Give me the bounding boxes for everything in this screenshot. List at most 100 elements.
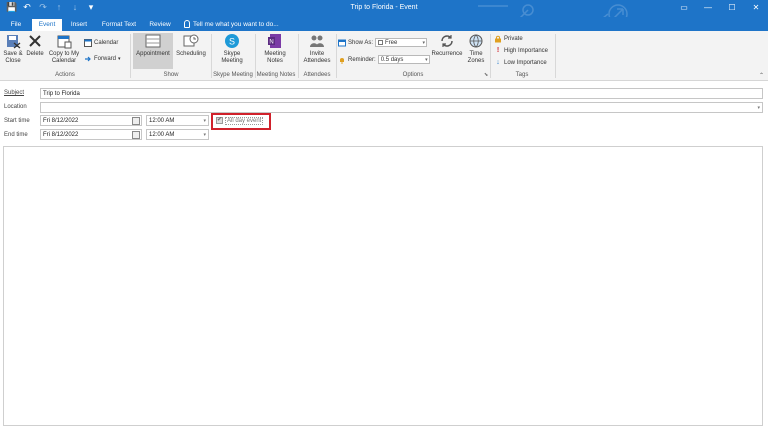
save-close-label: Save & Close bbox=[3, 51, 23, 64]
private-button[interactable]: Private bbox=[494, 35, 523, 43]
calendar-button[interactable]: Calendar bbox=[84, 39, 118, 47]
calendar-picker-icon[interactable] bbox=[132, 117, 140, 125]
forward-dropdown-icon[interactable]: ▾ bbox=[118, 56, 121, 62]
low-importance-icon: ↓ bbox=[496, 59, 500, 66]
recurrence-label: Recurrence bbox=[431, 51, 463, 57]
time-zones-button[interactable]: Time Zones bbox=[465, 33, 487, 65]
separator bbox=[555, 34, 556, 78]
window-title: Trip to Florida - Event bbox=[350, 4, 418, 11]
skype-icon: S bbox=[225, 34, 239, 48]
start-date-value: Fri 8/12/2022 bbox=[43, 118, 79, 124]
skype-group-label: Skype Meeting bbox=[213, 72, 253, 78]
scheduling-icon bbox=[183, 34, 199, 47]
reminder-row: Reminder: 0.5 days ▾ bbox=[338, 55, 430, 64]
show-as-select[interactable]: Free ▾ bbox=[375, 38, 428, 47]
options-dialog-launcher-icon[interactable]: ⬊ bbox=[484, 72, 488, 78]
low-importance-button[interactable]: ↓ Low Importance bbox=[494, 59, 546, 66]
ribbon-display-options-button[interactable]: ▭ bbox=[672, 0, 696, 17]
tab-file[interactable]: File bbox=[6, 19, 26, 31]
reminder-bell-icon bbox=[340, 57, 344, 64]
subject-input[interactable]: Trip to Florida bbox=[40, 88, 763, 99]
end-date-input[interactable]: Fri 8/12/2022 bbox=[40, 129, 142, 140]
tab-review[interactable]: Review bbox=[146, 19, 174, 31]
start-time-value: 12:00 AM bbox=[149, 118, 175, 124]
scheduling-button[interactable]: Scheduling bbox=[174, 33, 208, 58]
high-importance-label: High Importance bbox=[504, 47, 549, 54]
collapse-ribbon-icon[interactable]: ⌃ bbox=[759, 72, 764, 79]
show-as-label: Show As: bbox=[348, 39, 374, 46]
invite-attendees-button[interactable]: Invite Attendees bbox=[300, 33, 334, 65]
highlight-box bbox=[211, 113, 271, 130]
svg-text:N: N bbox=[269, 40, 273, 46]
start-time-select[interactable]: 12:00 AM ▾ bbox=[146, 115, 209, 126]
end-time-value: 12:00 AM bbox=[149, 132, 175, 138]
high-importance-icon: ! bbox=[496, 47, 500, 54]
tell-me-text: Tell me what you want to do... bbox=[193, 21, 279, 28]
title-bar: 💾 ↶ ↷ ↑ ↓ ▾ Trip to Florida - Event ▭ — … bbox=[0, 0, 768, 17]
tab-insert[interactable]: Insert bbox=[66, 19, 92, 31]
appointment-button[interactable]: Appointment bbox=[133, 33, 173, 69]
minimize-button[interactable]: — bbox=[696, 0, 720, 17]
window-controls: ▭ — ☐ ✕ bbox=[672, 0, 768, 17]
show-group-label: Show bbox=[163, 72, 179, 78]
start-date-input[interactable]: Fri 8/12/2022 bbox=[40, 115, 142, 126]
skype-meeting-button[interactable]: S Skype Meeting bbox=[213, 33, 251, 65]
show-as-icon bbox=[338, 39, 346, 46]
ribbon: Save & Close Delete Copy to My Calendar … bbox=[0, 31, 768, 81]
lock-icon bbox=[495, 35, 501, 43]
timezone-icon bbox=[469, 34, 483, 48]
save-close-icon bbox=[7, 35, 21, 49]
reminder-value: 0.5 days bbox=[380, 57, 404, 63]
reminder-dropdown-icon: ▾ bbox=[425, 57, 428, 63]
delete-button[interactable]: Delete bbox=[25, 33, 45, 58]
appointment-icon bbox=[145, 34, 161, 48]
location-dropdown-icon[interactable]: ▾ bbox=[757, 103, 760, 113]
appointment-label: Appointment bbox=[136, 51, 170, 57]
recurrence-button[interactable]: Recurrence bbox=[430, 33, 464, 58]
invite-attendees-label: Invite Attendees bbox=[303, 51, 331, 64]
forward-icon bbox=[85, 56, 91, 62]
event-body-editor[interactable] bbox=[3, 146, 763, 426]
ribbon-tabs: File Event Insert Format Text Review Tel… bbox=[0, 17, 768, 31]
svg-text:S: S bbox=[229, 37, 235, 47]
tags-group-label: Tags bbox=[515, 72, 529, 78]
calendar-icon bbox=[84, 39, 92, 47]
end-date-value: Fri 8/12/2022 bbox=[43, 132, 79, 138]
skype-meeting-label: Skype Meeting bbox=[221, 51, 243, 64]
options-group-label: Options bbox=[402, 72, 424, 78]
delete-icon bbox=[29, 35, 41, 47]
free-swatch bbox=[378, 39, 384, 45]
attendees-group-label: Attendees bbox=[303, 72, 331, 78]
save-close-button[interactable]: Save & Close bbox=[2, 33, 24, 65]
meeting-notes-button[interactable]: N Meeting Notes bbox=[258, 33, 292, 65]
lightbulb-icon bbox=[184, 20, 190, 29]
close-button[interactable]: ✕ bbox=[744, 0, 768, 17]
recurrence-icon bbox=[441, 35, 453, 47]
subject-label: Subject bbox=[4, 90, 25, 96]
calendar-picker-icon[interactable] bbox=[132, 131, 140, 139]
scheduling-label: Scheduling bbox=[176, 51, 206, 57]
calendar-label: Calendar bbox=[94, 40, 119, 46]
high-importance-button[interactable]: ! High Importance bbox=[494, 47, 548, 54]
copy-calendar-icon bbox=[57, 35, 72, 49]
tab-format-text[interactable]: Format Text bbox=[98, 19, 140, 31]
separator bbox=[130, 34, 131, 78]
attendees-icon bbox=[310, 35, 324, 47]
show-as-row: Show As: Free ▾ bbox=[338, 38, 428, 47]
location-label: Location bbox=[4, 104, 27, 110]
forward-button[interactable]: Forward ▾ bbox=[84, 55, 121, 63]
start-time-label: Start time bbox=[4, 118, 30, 124]
tell-me-search[interactable]: Tell me what you want to do... bbox=[184, 19, 279, 31]
private-label: Private bbox=[504, 36, 523, 42]
end-time-select[interactable]: 12:00 AM ▾ bbox=[146, 129, 209, 140]
tab-event[interactable]: Event bbox=[32, 19, 62, 31]
maximize-button[interactable]: ☐ bbox=[720, 0, 744, 17]
show-as-dropdown-icon: ▾ bbox=[422, 40, 426, 46]
copy-to-calendar-button[interactable]: Copy to My Calendar bbox=[46, 33, 82, 65]
show-as-value: Free bbox=[385, 40, 398, 46]
delete-label: Delete bbox=[26, 51, 44, 57]
reminder-select[interactable]: 0.5 days ▾ bbox=[377, 55, 430, 64]
meeting-notes-group-label: Meeting Notes bbox=[256, 72, 296, 78]
time-zones-label: Time Zones bbox=[467, 51, 485, 64]
location-input[interactable]: ▾ bbox=[40, 102, 763, 113]
